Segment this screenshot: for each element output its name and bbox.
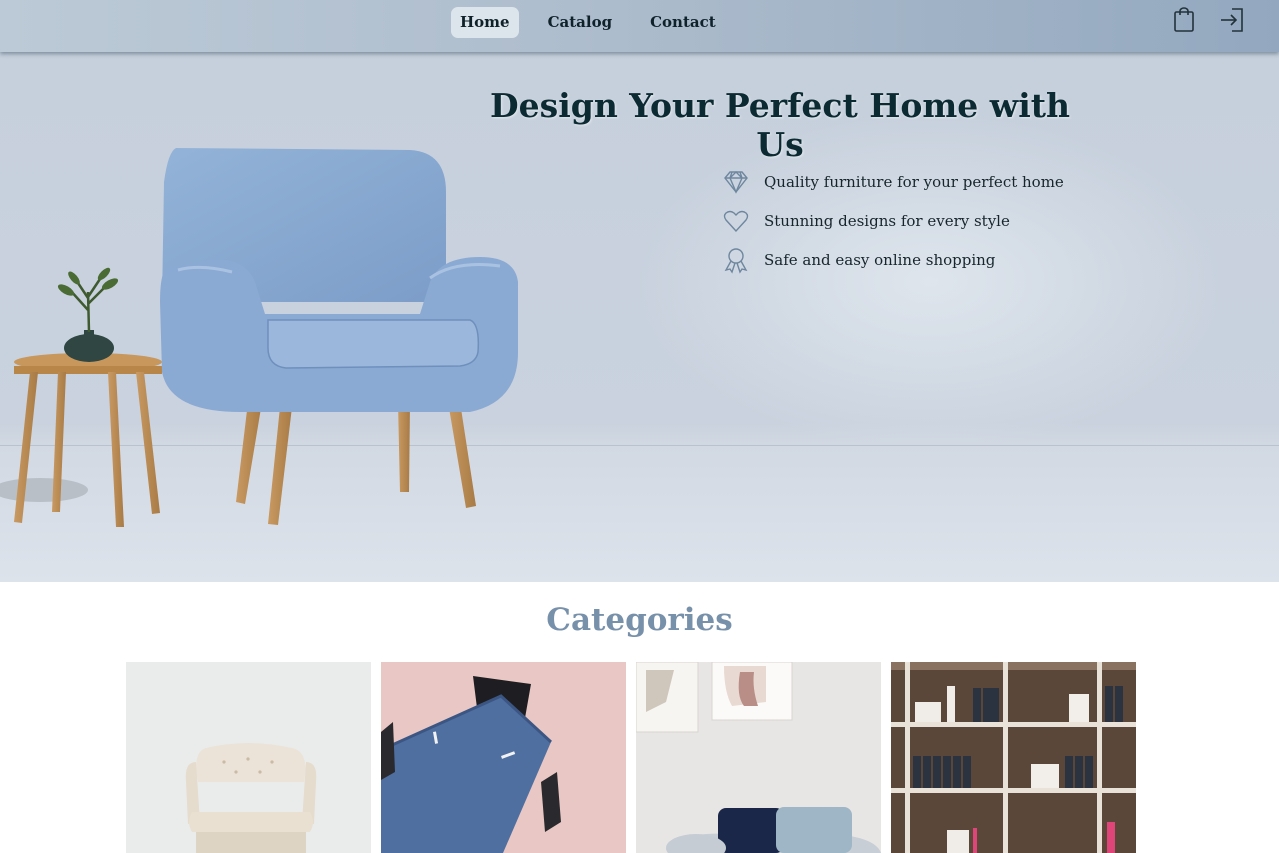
hero-banner: Design Your Perfect Home with Us Quality…	[0, 52, 1279, 582]
diamond-icon	[722, 168, 750, 196]
category-card-tables[interactable]	[381, 662, 626, 853]
category-card-sofas[interactable]	[636, 662, 881, 853]
award-ribbon-icon	[722, 246, 750, 274]
categories-title: Categories	[546, 602, 733, 638]
categories-grid	[126, 662, 1136, 853]
feature-list: Quality furniture for your perfect home …	[722, 162, 1064, 279]
feature-item: Quality furniture for your perfect home	[722, 162, 1064, 201]
feature-text: Stunning designs for every style	[764, 211, 1010, 230]
feature-item: Safe and easy online shopping	[722, 240, 1064, 279]
feature-text: Safe and easy online shopping	[764, 250, 996, 269]
main-nav: Home Catalog Contact	[451, 7, 725, 38]
heart-icon	[722, 207, 750, 235]
category-card-shelves[interactable]	[891, 662, 1136, 853]
shopping-bag-icon[interactable]	[1171, 6, 1197, 34]
category-image	[381, 662, 626, 853]
feature-item: Stunning designs for every style	[722, 201, 1064, 240]
nav-link-catalog[interactable]: Catalog	[539, 7, 622, 38]
top-navigation-bar: Home Catalog Contact	[0, 0, 1279, 52]
hero-title: Design Your Perfect Home with Us	[490, 86, 1070, 164]
hero-armchair-image	[0, 148, 518, 527]
category-image	[126, 662, 371, 853]
category-image	[891, 662, 1136, 853]
nav-actions	[1171, 6, 1245, 34]
sign-in-icon[interactable]	[1219, 6, 1245, 34]
nav-link-home[interactable]: Home	[451, 7, 519, 38]
category-card-armchairs[interactable]	[126, 662, 371, 853]
feature-text: Quality furniture for your perfect home	[764, 172, 1064, 191]
category-image	[636, 662, 881, 853]
nav-link-contact[interactable]: Contact	[641, 7, 725, 38]
